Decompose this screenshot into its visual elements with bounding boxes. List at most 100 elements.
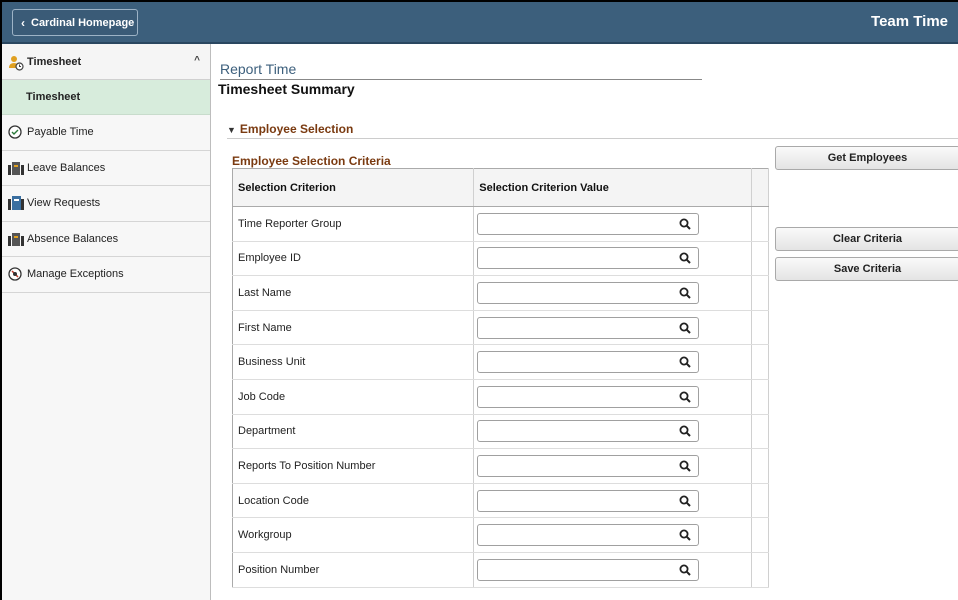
criterion-label: Employee ID [232, 241, 475, 277]
divider [227, 138, 958, 139]
criterion-value-field [477, 489, 700, 512]
criterion-label: Job Code [232, 379, 475, 415]
criterion-label: Department [232, 414, 475, 450]
row-spacer [751, 379, 769, 415]
search-icon[interactable] [679, 495, 691, 507]
search-icon[interactable] [679, 391, 691, 403]
table-row: Last Name [232, 275, 769, 311]
sidebar-group-timesheet[interactable]: Timesheet ^ [2, 44, 210, 80]
person-clock-icon [8, 55, 24, 71]
app-window: ‹ Cardinal Homepage Team Time Timesheet … [0, 0, 958, 600]
criteria-table: Selection Criterion Selection Criterion … [232, 168, 769, 588]
criterion-value-field [477, 385, 700, 408]
criterion-label: Reports To Position Number [232, 448, 475, 484]
column-header-empty [751, 168, 769, 207]
table-row: First Name [232, 310, 769, 346]
sidebar-item-label: Leave Balances [27, 161, 106, 174]
criterion-value-cell [473, 241, 753, 277]
search-icon[interactable] [679, 287, 691, 299]
save-criteria-button[interactable]: Save Criteria [775, 257, 958, 281]
criterion-value-cell [473, 275, 753, 311]
sidebar-item-label: Payable Time [27, 126, 94, 139]
row-spacer [751, 275, 769, 311]
criterion-value-input[interactable] [478, 248, 669, 269]
search-icon[interactable] [679, 425, 691, 438]
page-title: Timesheet Summary [218, 81, 355, 97]
criterion-label: Last Name [232, 275, 475, 311]
table-row: Workgroup [232, 517, 769, 553]
row-spacer [751, 310, 769, 346]
criterion-value-input[interactable] [478, 317, 669, 338]
sidebar-item-label: Absence Balances [27, 232, 119, 245]
table-row: Job Code [232, 379, 769, 415]
page-breadcrumb: Report Time [220, 61, 297, 77]
criterion-value-field [477, 212, 700, 235]
balance-icon [8, 232, 24, 246]
criterion-label: Location Code [232, 483, 475, 519]
sidebar-item-label: Timesheet [26, 91, 81, 103]
criterion-label: Business Unit [232, 344, 475, 380]
search-icon[interactable] [679, 564, 691, 576]
sidebar-item-label: View Requests [27, 197, 101, 210]
search-icon[interactable] [679, 460, 691, 472]
criterion-value-field [477, 558, 700, 581]
criterion-value-cell [473, 448, 753, 484]
chevron-left-icon: ‹ [21, 15, 25, 30]
criterion-value-input[interactable] [478, 282, 669, 303]
criterion-value-cell [473, 517, 753, 553]
criterion-value-cell [473, 310, 753, 346]
clear-criteria-button[interactable]: Clear Criteria [775, 227, 958, 251]
search-icon[interactable] [679, 218, 691, 230]
sidebar-item-timesheet[interactable]: Timesheet [2, 80, 210, 115]
table-row: Business Unit [232, 344, 769, 380]
back-to-homepage-button[interactable]: ‹ Cardinal Homepage [12, 9, 138, 36]
criterion-value-cell [473, 344, 753, 380]
criterion-value-cell [473, 379, 753, 415]
balance-icon [8, 161, 24, 175]
table-row: Time Reporter Group [232, 206, 769, 242]
top-banner: ‹ Cardinal Homepage Team Time [2, 2, 958, 44]
criterion-value-cell [473, 483, 753, 519]
criterion-value-input[interactable] [478, 490, 669, 511]
criterion-value-field [477, 420, 700, 443]
row-spacer [751, 414, 769, 450]
criterion-value-input[interactable] [478, 421, 669, 442]
get-employees-button[interactable]: Get Employees [775, 146, 958, 170]
criterion-value-input[interactable] [478, 352, 669, 373]
column-header: Selection Criterion Value [473, 168, 753, 207]
row-spacer [751, 206, 769, 242]
search-icon[interactable] [679, 529, 691, 541]
sidebar-item-label: Manage Exceptions [27, 268, 124, 281]
table-row: Reports To Position Number [232, 448, 769, 484]
criterion-value-input[interactable] [478, 213, 669, 234]
criterion-value-input[interactable] [478, 525, 669, 546]
criterion-value-field [477, 351, 700, 374]
criterion-value-field [477, 281, 700, 304]
search-icon[interactable] [679, 356, 691, 368]
employee-selection-toggle[interactable]: ▼ Employee Selection [227, 122, 353, 136]
search-icon[interactable] [679, 322, 691, 334]
criterion-label: Time Reporter Group [232, 206, 475, 242]
row-spacer [751, 552, 769, 588]
criterion-value-input[interactable] [478, 386, 669, 407]
sidebar-item-payable-time[interactable]: Payable Time [2, 115, 210, 151]
criterion-value-field [477, 454, 700, 477]
table-row: Location Code [232, 483, 769, 519]
criterion-value-field [477, 247, 700, 270]
sidebar-item-absence-balances[interactable]: Absence Balances [2, 221, 210, 257]
criterion-value-input[interactable] [478, 559, 669, 580]
sidebar-item-manage-exceptions[interactable]: Manage Exceptions [2, 257, 210, 293]
column-header: Selection Criterion [232, 168, 475, 207]
row-spacer [751, 517, 769, 553]
criterion-value-input[interactable] [478, 455, 669, 476]
criterion-value-field [477, 316, 700, 339]
sidebar: Timesheet ^ Timesheet Payable Time Leave… [2, 44, 211, 600]
main-content: Report Time Timesheet Summary ▼ Employee … [212, 44, 958, 600]
search-icon[interactable] [679, 252, 691, 265]
sidebar-item-view-requests[interactable]: View Requests [2, 186, 210, 222]
chevron-up-icon[interactable]: ^ [194, 55, 200, 66]
app-title: Team Time [871, 13, 948, 30]
clock-check-icon [8, 125, 22, 139]
sidebar-item-leave-balances[interactable]: Leave Balances [2, 150, 210, 186]
table-header-row: Selection Criterion Selection Criterion … [232, 168, 769, 207]
